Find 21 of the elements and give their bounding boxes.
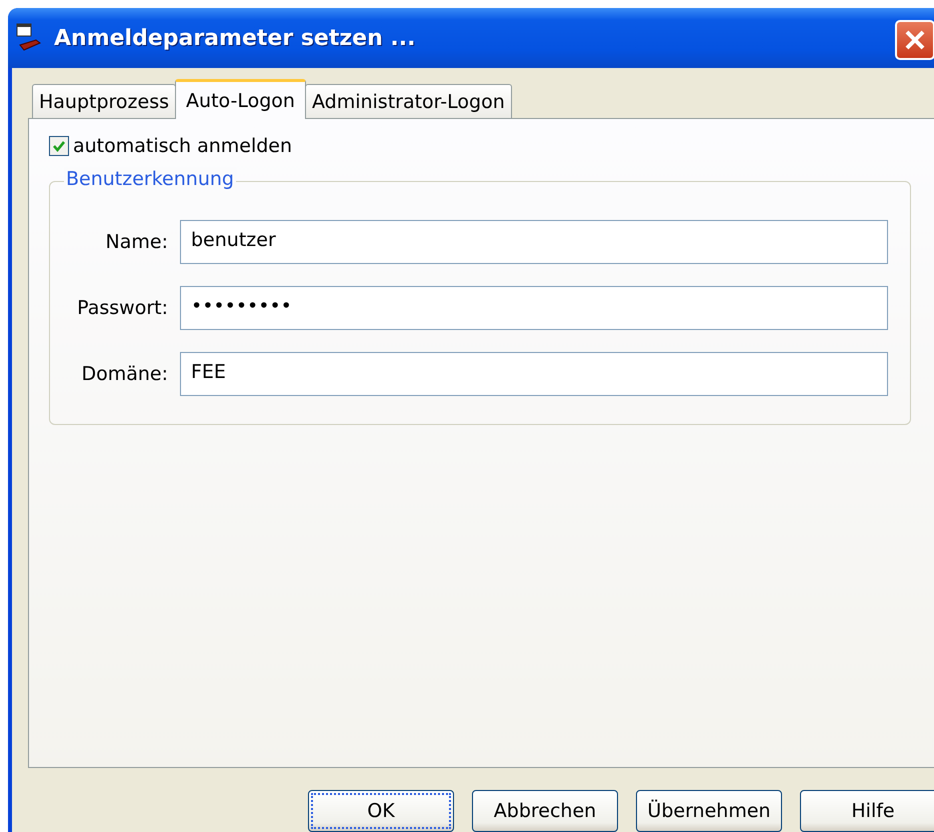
tab[interactable]: Administrator-Logon [304, 84, 512, 118]
app-icon [16, 23, 42, 53]
field-label: Passwort: [76, 297, 168, 319]
tab[interactable]: Auto-Logon [175, 79, 306, 119]
close-icon [904, 29, 926, 51]
dialog-button[interactable]: Abbrechen [472, 790, 618, 832]
field-label: Domäne: [80, 363, 168, 385]
field-label: Name: [104, 231, 168, 253]
input-field[interactable]: benutzer [180, 220, 888, 264]
checkbox-label: automatisch anmelden [73, 135, 292, 157]
checkbox[interactable] [49, 136, 69, 156]
check-icon [52, 139, 66, 153]
input-field[interactable]: FEE [180, 352, 888, 396]
close-button[interactable] [895, 20, 934, 60]
dialog-button[interactable]: Übernehmen [636, 790, 782, 832]
input-field[interactable]: ••••••••• [180, 286, 888, 330]
group-title: Benutzerkennung [64, 168, 236, 190]
window-title: Anmeldeparameter setzen ... [54, 26, 416, 50]
tab[interactable]: Hauptprozess [32, 84, 176, 118]
dialog-button[interactable]: OK [308, 790, 454, 832]
dialog-button[interactable]: Hilfe [800, 790, 934, 832]
